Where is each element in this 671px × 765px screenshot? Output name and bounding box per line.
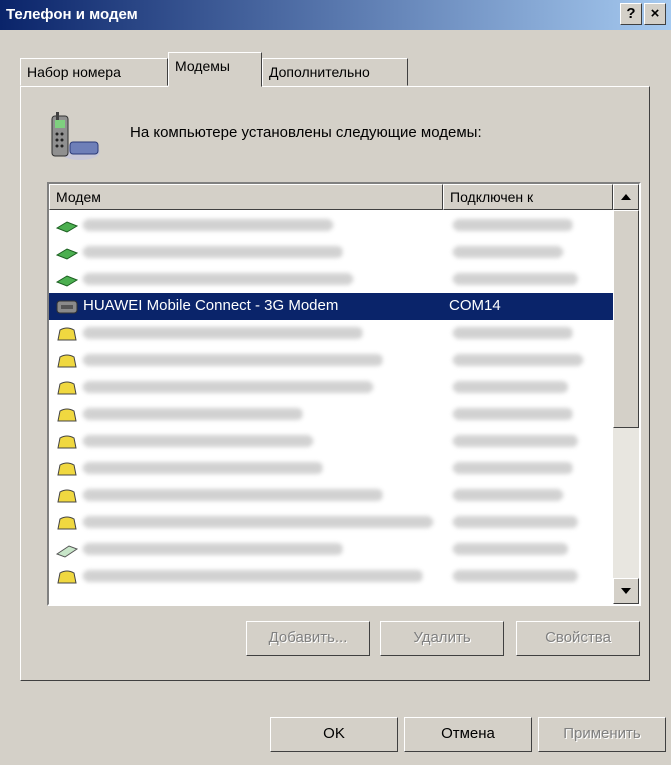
- phone-modem-icon: [51, 112, 100, 160]
- add-button[interactable]: Добавить...: [246, 621, 370, 656]
- column-header-modem[interactable]: Модем: [49, 184, 443, 210]
- ok-button[interactable]: OK: [270, 717, 398, 752]
- title-bar[interactable]: Телефон и модем ? ×: [0, 0, 671, 30]
- scroll-down-button[interactable]: [613, 578, 639, 604]
- modem-port: COM14: [449, 297, 501, 314]
- phone-icon: [57, 354, 77, 368]
- list-item[interactable]: [49, 374, 613, 401]
- modem-icon: [55, 248, 79, 260]
- cancel-button[interactable]: Отмена: [404, 717, 532, 752]
- modem-icon: [55, 221, 79, 233]
- phone-icon: [57, 435, 77, 449]
- modem-icon: [55, 275, 79, 287]
- modem-name: HUAWEI Mobile Connect - 3G Modem: [83, 297, 339, 314]
- modem-icon: [55, 545, 79, 558]
- apply-button[interactable]: Применить: [538, 717, 666, 752]
- list-item[interactable]: [49, 347, 613, 374]
- phone-icon: [57, 570, 77, 584]
- list-item[interactable]: [49, 320, 613, 347]
- arrow-up-icon: [621, 194, 631, 200]
- remove-button[interactable]: Удалить: [380, 621, 504, 656]
- tab-advanced[interactable]: Дополнительно: [262, 58, 408, 86]
- list-item-selected[interactable]: HUAWEI Mobile Connect - 3G Modem COM14: [49, 293, 613, 320]
- modems-heading: На компьютере установлены следующие моде…: [130, 124, 482, 141]
- arrow-down-icon: [621, 588, 631, 594]
- phone-icon: [57, 516, 77, 530]
- window-title: Телефон и модем: [6, 6, 138, 23]
- list-item[interactable]: [49, 455, 613, 482]
- phone-icon: [57, 462, 77, 476]
- modem-list[interactable]: Модем Подключен к HUAWEI Mobile Connect …: [47, 182, 641, 606]
- list-item[interactable]: [49, 482, 613, 509]
- list-item[interactable]: [49, 536, 613, 563]
- phone-modem-dialog: Телефон и модем ? × Набор номера Модемы …: [0, 0, 671, 765]
- scroll-thumb[interactable]: [613, 210, 639, 428]
- properties-button[interactable]: Свойства: [516, 621, 640, 656]
- list-item[interactable]: [49, 428, 613, 455]
- column-header-port[interactable]: Подключен к: [443, 184, 613, 210]
- tab-dialing[interactable]: Набор номера: [20, 58, 168, 86]
- list-item[interactable]: [49, 563, 613, 590]
- phone-icon: [57, 381, 77, 395]
- list-item[interactable]: [49, 212, 613, 239]
- phone-icon: [57, 327, 77, 341]
- list-item[interactable]: [49, 266, 613, 293]
- tab-modems[interactable]: Модемы: [168, 52, 262, 87]
- vertical-scrollbar[interactable]: [613, 184, 639, 604]
- list-item[interactable]: [49, 239, 613, 266]
- list-item[interactable]: [49, 509, 613, 536]
- scroll-up-button[interactable]: [613, 184, 639, 210]
- list-item[interactable]: [49, 401, 613, 428]
- phone-icon: [57, 408, 77, 422]
- close-button[interactable]: ×: [644, 3, 666, 25]
- modem-icon: [56, 300, 78, 314]
- phone-icon: [57, 489, 77, 503]
- help-button[interactable]: ?: [620, 3, 642, 25]
